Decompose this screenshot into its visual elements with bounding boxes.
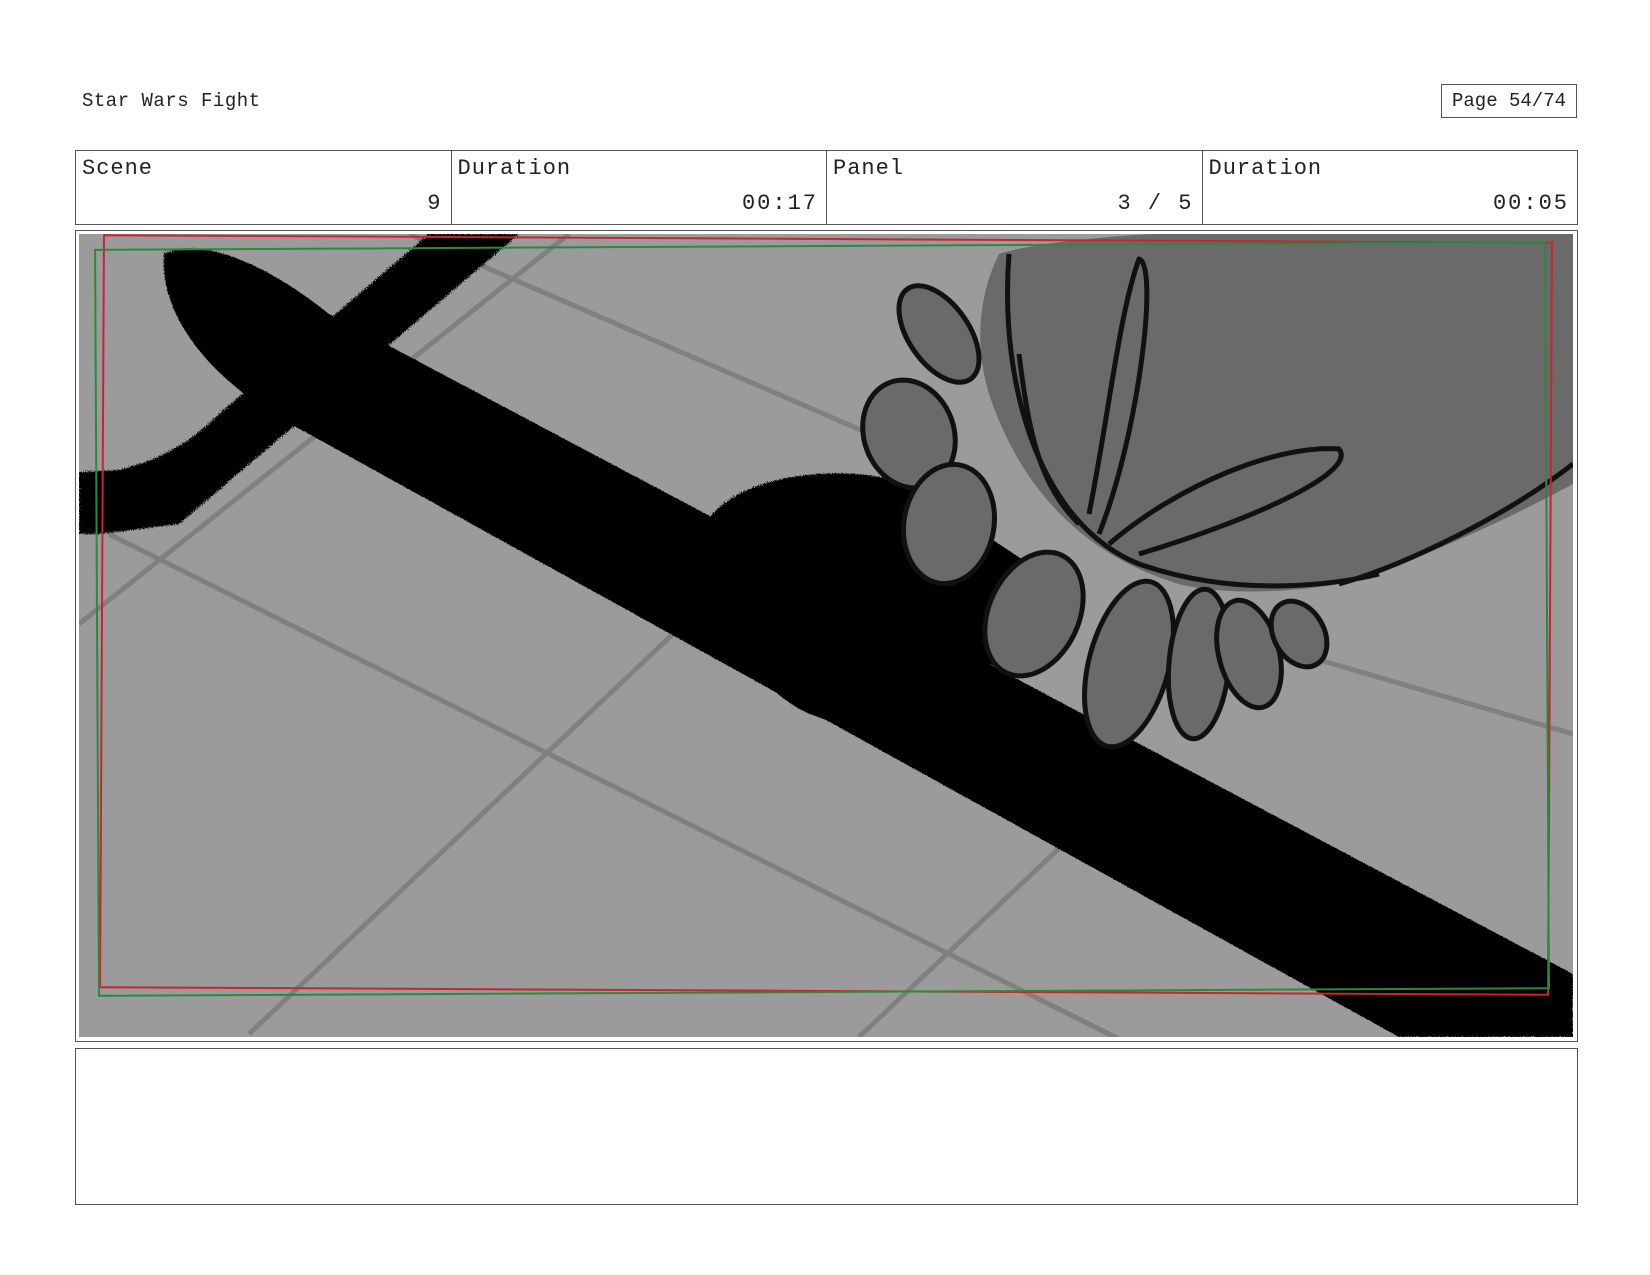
storyboard-title: Star Wars Fight [82, 90, 261, 112]
panel-notes [75, 1048, 1578, 1205]
panel-duration-label: Duration [1208, 156, 1323, 181]
scene-duration-value: 00:17 [741, 191, 818, 216]
panel-label: Panel [833, 156, 905, 181]
scene-cell: Scene 9 [76, 151, 452, 224]
panel-duration-value: 00:05 [1492, 191, 1569, 216]
scene-label: Scene [82, 156, 154, 181]
page-indicator: Page 54/74 [1441, 84, 1577, 118]
panel-drawing [79, 234, 1573, 1037]
panel-cell: Panel 3 / 5 [827, 151, 1203, 224]
scene-duration-label: Duration [457, 156, 572, 181]
storyboard-frame [75, 230, 1578, 1042]
panel-duration-cell: Duration 00:05 [1203, 151, 1578, 224]
panel-value: 3 / 5 [1117, 191, 1194, 216]
scene-value: 9 [427, 191, 443, 216]
scene-duration-cell: Duration 00:17 [452, 151, 827, 224]
panel-info-table: Scene 9 Duration 00:17 Panel 3 / 5 Durat… [75, 150, 1578, 225]
